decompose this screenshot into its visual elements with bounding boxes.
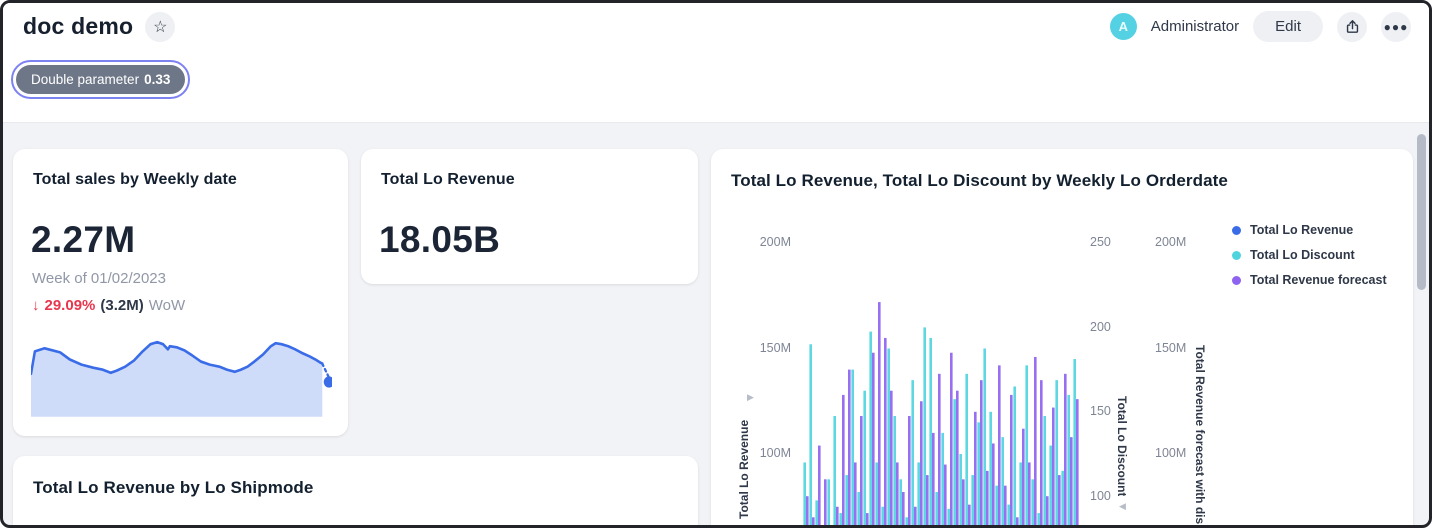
legend-label: Total Lo Revenue — [1250, 223, 1353, 237]
axis-tick-label: 200 — [1090, 320, 1120, 334]
axis-tick-label: 150M — [755, 341, 791, 355]
card-combo-chart[interactable]: Total Lo Revenue, Total Lo Discount by W… — [711, 149, 1413, 528]
kpi-subtitle: Week of 01/02/2023 — [13, 261, 348, 287]
axis-tick-label: 200M — [755, 235, 791, 249]
axis-tick-label: 250 — [1090, 235, 1120, 249]
kpi-delta: ↓ 29.09% (3.2M) WoW — [13, 287, 348, 314]
chart-legend: Total Lo Revenue Total Lo Discount Total R… — [1232, 223, 1387, 287]
y-axis-title-discount: Total Lo Discount — [1115, 396, 1129, 496]
axis-pager-left-icon[interactable]: ◀ — [1119, 501, 1126, 512]
legend-dot-icon — [1232, 251, 1241, 260]
card-title: Total sales by Weekly date — [13, 149, 348, 189]
double-parameter-chip[interactable]: Double parameter 0.33 — [11, 60, 190, 99]
legend-dot-icon — [1232, 226, 1241, 235]
axis-tick-label: 200M — [1155, 235, 1193, 249]
kpi-value: 2.27M — [13, 189, 348, 261]
app-window: doc demo ☆ A Administrator Edit ●●● — [0, 0, 1432, 528]
combo-bars-svg — [803, 149, 1079, 528]
card-shipmode[interactable]: Total Lo Revenue by Lo Shipmode — [13, 456, 698, 528]
share-button[interactable] — [1337, 12, 1367, 42]
sales-sparkline — [31, 335, 332, 429]
axis-tick-label: 150M — [1155, 341, 1193, 355]
axis-tick-label: 100M — [755, 446, 791, 460]
y-axis-title-revenue: Total Lo Revenue — [737, 407, 751, 519]
favorite-star-button[interactable]: ☆ — [145, 12, 175, 42]
parameter-value: 0.33 — [144, 72, 170, 87]
header: doc demo ☆ A Administrator Edit ●●● — [3, 3, 1429, 123]
legend-label: Total Revenue forecast — [1250, 273, 1387, 287]
star-icon: ☆ — [153, 17, 167, 37]
vertical-scrollbar-thumb[interactable] — [1417, 134, 1426, 290]
axis-pager-right-icon[interactable]: ▶ — [747, 392, 754, 403]
user-name: Administrator — [1151, 18, 1239, 35]
delta-percent: 29.09% — [45, 297, 96, 314]
page-title: doc demo — [23, 13, 133, 40]
card-total-sales[interactable]: Total sales by Weekly date 2.27M Week of… — [13, 149, 348, 436]
card-title: Total Lo Revenue — [361, 149, 698, 189]
parameter-label: Double parameter — [31, 72, 139, 87]
ellipsis-icon: ●●● — [1384, 20, 1409, 34]
y-axis-title-forecast: Total Revenue forecast with dis — [1193, 345, 1207, 528]
down-arrow-icon: ↓ — [32, 297, 40, 314]
avatar[interactable]: A — [1110, 13, 1137, 40]
legend-item[interactable]: Total Lo Discount — [1232, 248, 1387, 262]
dashboard-content: Total sales by Weekly date 2.27M Week of… — [3, 123, 1429, 525]
delta-period: WoW — [149, 297, 185, 314]
share-icon — [1344, 18, 1361, 35]
legend-label: Total Lo Discount — [1250, 248, 1355, 262]
legend-dot-icon — [1232, 276, 1241, 285]
legend-item[interactable]: Total Revenue forecast — [1232, 273, 1387, 287]
edit-button[interactable]: Edit — [1253, 11, 1323, 42]
axis-tick-label: 100M — [1155, 446, 1193, 460]
card-total-lo-revenue[interactable]: Total Lo Revenue 18.05B — [361, 149, 698, 284]
more-button[interactable]: ●●● — [1381, 12, 1411, 42]
legend-item[interactable]: Total Lo Revenue — [1232, 223, 1387, 237]
kpi-value: 18.05B — [361, 189, 698, 261]
card-title: Total Lo Revenue by Lo Shipmode — [13, 456, 698, 498]
delta-absolute: (3.2M) — [100, 297, 143, 314]
